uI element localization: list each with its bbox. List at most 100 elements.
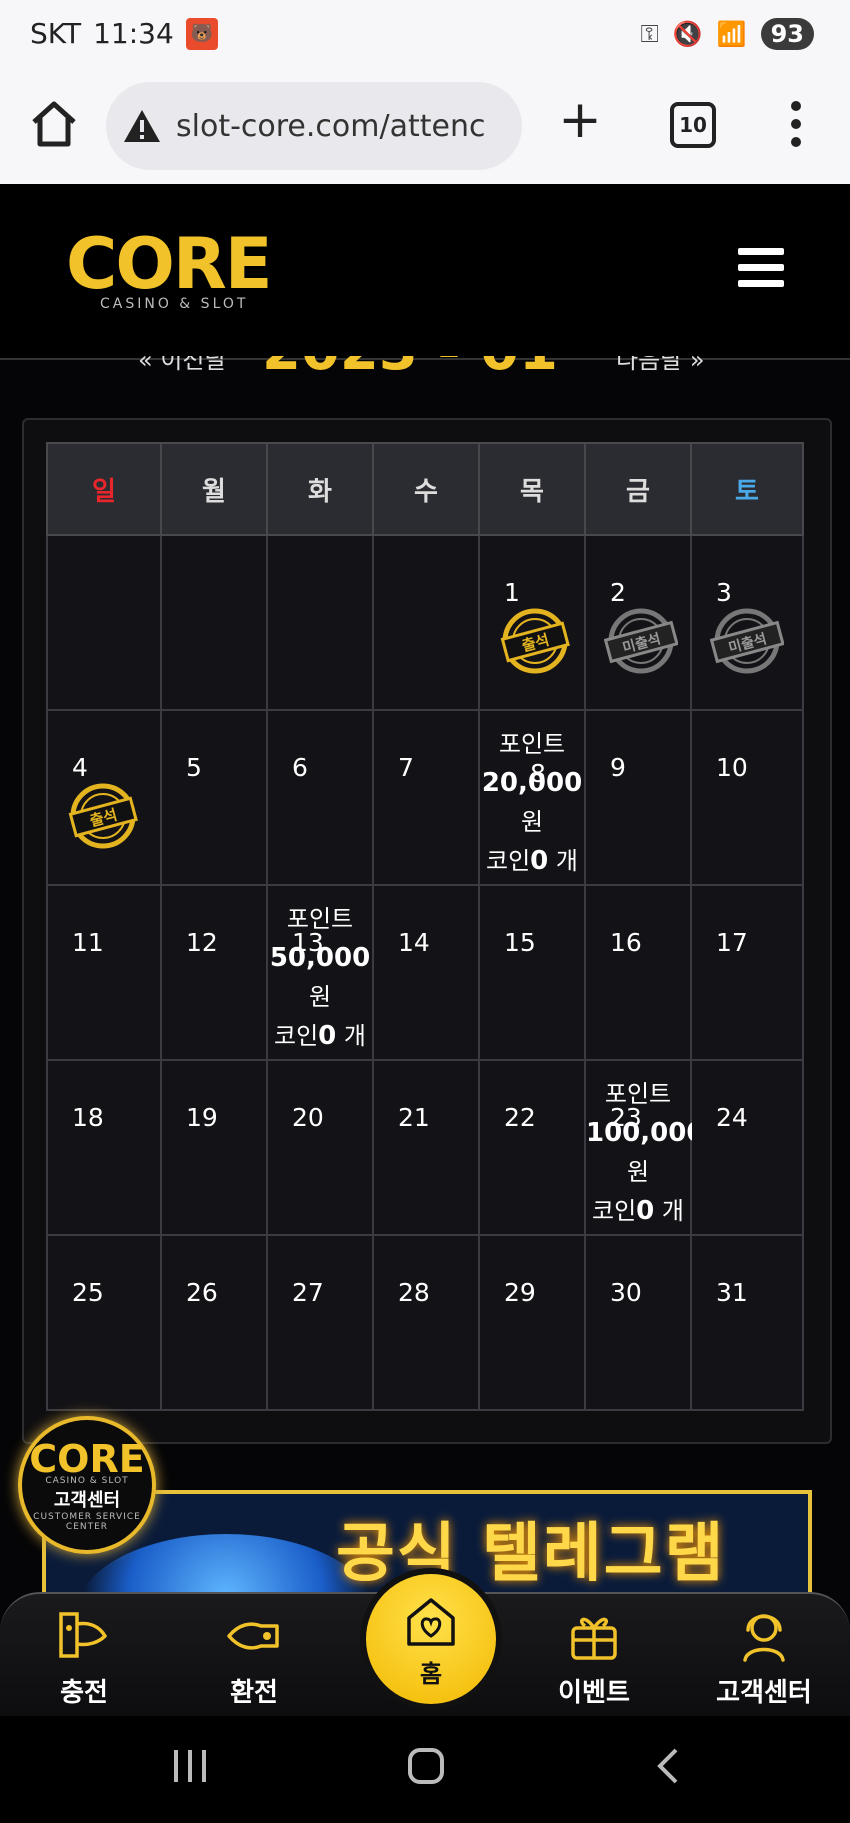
day-cell: 12	[160, 884, 268, 1061]
nav-label: 환전	[230, 1678, 278, 1708]
empty-day-cell	[266, 534, 374, 711]
reward-unit: 원	[626, 1158, 650, 1186]
day-cell: 5	[160, 709, 268, 886]
day-number: 18	[72, 1103, 104, 1132]
empty-day-cell	[372, 534, 480, 711]
back-icon[interactable]	[650, 1746, 690, 1786]
withdraw-hand-icon	[227, 1622, 279, 1650]
status-right: ⚿ 🔇 📶 93	[641, 18, 814, 50]
day-cell: 10	[690, 709, 804, 886]
day-cell: 19	[160, 1059, 268, 1236]
new-tab-button[interactable]: +	[556, 94, 604, 146]
weekday-wed: 수	[372, 442, 480, 536]
weekday-sat: 토	[690, 442, 804, 536]
url-text: slot-core.com/attenc	[176, 108, 486, 144]
day-number: 29	[504, 1278, 536, 1307]
day-number: 7	[398, 753, 414, 782]
prev-month-link[interactable]: « 이전달	[138, 356, 227, 375]
day-number: 5	[186, 753, 202, 782]
day-number: 6	[292, 753, 308, 782]
android-nav-bar	[0, 1716, 850, 1823]
day-number: 22	[504, 1103, 536, 1132]
recent-apps-icon[interactable]	[170, 1746, 210, 1786]
customer-service-float-button[interactable]: CORE CASINO & SLOT 고객센터 CUSTOMER SERVICE…	[18, 1416, 156, 1554]
attendance-calendar: 일 월 화 수 목 금 토 1 출석 2 미출석 3 미출석 4 출석 5 6 …	[22, 418, 832, 1444]
site-logo[interactable]: CORE CASINO & SLOT	[66, 223, 273, 312]
day-number: 19	[186, 1103, 218, 1132]
deposit-hand-icon	[59, 1612, 107, 1658]
headset-icon	[743, 1614, 785, 1662]
hamburger-menu-icon[interactable]	[738, 248, 784, 288]
day-number: 16	[610, 928, 642, 957]
day-cell: 27	[266, 1234, 374, 1411]
day-cell: 7	[372, 709, 480, 886]
reward-coin: 코인0 개	[274, 1021, 366, 1051]
day-number: 4	[72, 753, 88, 782]
nav-home-button[interactable]: 홈	[360, 1568, 502, 1710]
day-number: 9	[610, 753, 626, 782]
week-row: 11 12 13 포인트 50,000 원 코인0 개 14 15 16 17	[46, 884, 804, 1061]
week-row: 18 19 20 21 22 23 포인트 100,000 원 코인0 개 24	[46, 1059, 804, 1236]
day-cell: 1 출석	[478, 534, 586, 711]
browser-home-button[interactable]	[28, 98, 80, 150]
nav-label: 홈	[419, 1660, 443, 1688]
day-number: 3	[716, 578, 732, 607]
day-number: 31	[716, 1278, 748, 1307]
nav-label: 고객센터	[716, 1678, 812, 1708]
url-bar[interactable]: slot-core.com/attenc	[106, 82, 522, 170]
nav-charge[interactable]: 충전	[24, 1606, 144, 1709]
attended-stamp-icon: 출석	[68, 783, 138, 849]
nav-label: 이벤트	[558, 1678, 630, 1708]
home-nav-icon[interactable]	[406, 1746, 446, 1786]
cs-caption: CUSTOMER SERVICE CENTER	[33, 1512, 141, 1532]
day-number: 17	[716, 928, 748, 957]
day-cell: 14	[372, 884, 480, 1061]
day-cell: 20	[266, 1059, 374, 1236]
day-cell: 25	[46, 1234, 162, 1411]
day-number: 10	[716, 753, 748, 782]
weekday-sun: 일	[46, 442, 162, 536]
day-number: 25	[72, 1278, 104, 1307]
nav-event[interactable]: 이벤트	[534, 1606, 654, 1709]
browser-toolbar: slot-core.com/attenc + 10	[0, 74, 850, 185]
reward-coin: 코인0 개	[592, 1196, 684, 1226]
day-cell: 15	[478, 884, 586, 1061]
battery-level: 93	[760, 18, 814, 50]
day-cell: 23 포인트 100,000 원 코인0 개	[584, 1059, 704, 1236]
home-heart-icon	[407, 1598, 455, 1646]
cs-logo: CORE	[29, 1437, 145, 1481]
week-row: 25 26 27 28 29 30 31	[46, 1234, 804, 1411]
missed-stamp-icon: 미출석	[604, 608, 678, 674]
day-cell: 8 포인트 20,000 원 코인0 개	[478, 709, 586, 886]
day-number: 2	[610, 578, 626, 607]
day-number: 28	[398, 1278, 430, 1307]
day-cell: 24	[690, 1059, 804, 1236]
day-cell: 30	[584, 1234, 692, 1411]
day-cell: 2 미출석	[584, 534, 692, 711]
weekday-header-row: 일 월 화 수 목 금 토	[46, 442, 804, 536]
day-number: 26	[186, 1278, 218, 1307]
site-header: CORE CASINO & SLOT	[0, 184, 850, 360]
day-cell: 6	[266, 709, 374, 886]
logo-wordmark: CORE	[66, 223, 273, 305]
day-number: 1	[504, 578, 520, 607]
reward-label: 포인트	[498, 730, 566, 758]
day-number: 15	[504, 928, 536, 957]
day-number: 30	[610, 1278, 642, 1307]
reward-unit: 원	[308, 983, 332, 1011]
warning-icon	[124, 110, 160, 142]
reward-amount: 100,000	[586, 1118, 705, 1148]
day-cell: 31	[690, 1234, 804, 1411]
reward-amount: 50,000	[269, 943, 371, 973]
day-cell: 4 출석	[46, 709, 162, 886]
tab-switcher-button[interactable]: 10	[670, 102, 716, 148]
day-cell: 28	[372, 1234, 480, 1411]
next-month-link[interactable]: 다음달 »	[616, 356, 705, 375]
nav-exchange[interactable]: 환전	[194, 1606, 314, 1709]
day-cell: 16	[584, 884, 692, 1061]
day-number: 12	[186, 928, 218, 957]
day-cell: 22	[478, 1059, 586, 1236]
nav-support[interactable]: 고객센터	[704, 1606, 824, 1709]
browser-menu-button[interactable]	[786, 98, 806, 150]
day-number: 11	[72, 928, 104, 957]
